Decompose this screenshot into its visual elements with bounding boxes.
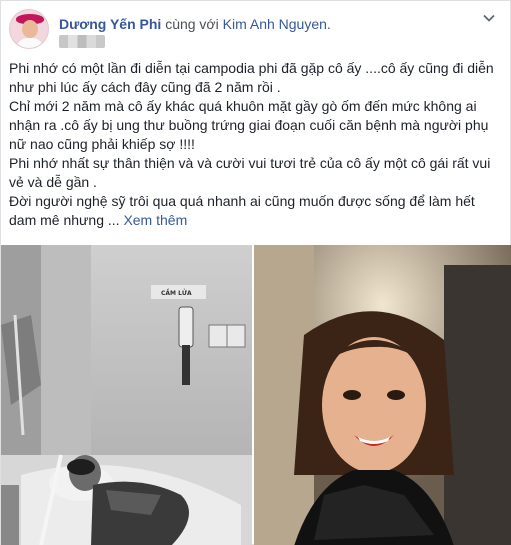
wall-sign-text: CẮM LỬA	[161, 289, 192, 297]
post-paragraph-3: Phi nhớ nhất sự thân thiện và và cười vu…	[9, 155, 491, 190]
author-avatar[interactable]	[9, 9, 49, 49]
post-paragraph-1: Phi nhớ có một lần đi diễn tại campodia …	[9, 60, 494, 95]
author-name-link[interactable]: Dương Yến Phi	[59, 16, 161, 32]
hospital-photo[interactable]: CẮM LỬA	[1, 245, 252, 545]
post-paragraph-4: Đời người nghệ sỹ trôi qua quá nhanh ai …	[9, 192, 501, 230]
post-header: Dương Yến Phi cùng với Kim Anh Nguyen.	[9, 9, 502, 49]
photo-grid: CẮM LỬA	[1, 245, 511, 545]
post-paragraph-4-text: Đời người nghệ sỹ trôi qua quá nhanh ai …	[9, 193, 475, 228]
avatar-face	[22, 20, 38, 38]
blurred-timestamp	[59, 35, 105, 48]
see-more-link[interactable]: Xem thêm	[123, 212, 187, 228]
post-names: Dương Yến Phi cùng với Kim Anh Nguyen.	[59, 15, 331, 33]
tagged-friend-link[interactable]: Kim Anh Nguyen.	[223, 16, 331, 32]
with-label: cùng với	[165, 16, 219, 32]
selfie-photo-illustration	[254, 245, 511, 545]
selfie-photo[interactable]	[254, 245, 511, 545]
chevron-down-icon[interactable]	[482, 11, 496, 25]
avatar-body	[16, 38, 44, 48]
hospital-photo-illustration: CẮM LỬA	[1, 245, 252, 545]
post-text: Phi nhớ có một lần đi diễn tại campodia …	[9, 59, 501, 230]
post-paragraph-2: Chỉ mới 2 năm mà cô ấy khác quá khuôn mặ…	[9, 98, 489, 152]
facebook-post: Dương Yến Phi cùng với Kim Anh Nguyen. P…	[0, 0, 511, 545]
